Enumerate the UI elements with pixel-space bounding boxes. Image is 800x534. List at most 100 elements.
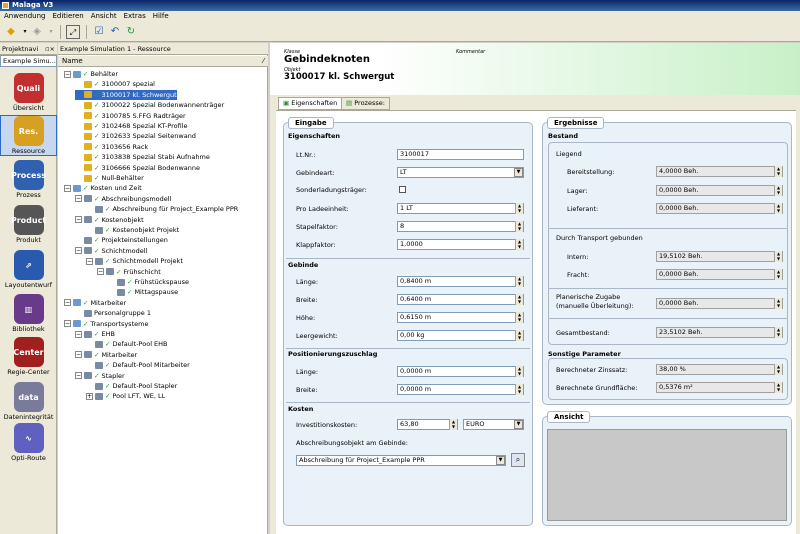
tree-node[interactable]: ✓ Frühstückspause xyxy=(108,277,189,287)
tree-node[interactable]: ✓ 3100007 spezial xyxy=(75,79,155,89)
menu-item-0[interactable]: Anwendung xyxy=(1,12,48,20)
collapse-icon[interactable]: − xyxy=(75,351,82,359)
laenge-field[interactable]: 0,8400 m ▲ ▼ xyxy=(397,276,524,287)
abschreibungsobjekt-select[interactable]: Abschreibung für Project_Example PPR ▼ xyxy=(296,455,506,466)
breite-field[interactable]: 0,6400 m ▲ ▼ xyxy=(397,294,524,305)
tree-node[interactable]: − ✓ Mitarbeiter xyxy=(64,298,126,308)
collapse-icon[interactable]: − xyxy=(75,330,82,338)
collapse-icon[interactable]: − xyxy=(64,184,71,192)
nav-item-3[interactable]: Product Produkt xyxy=(0,205,57,244)
column-header-name[interactable]: Name ⁄ xyxy=(58,56,268,67)
tree-node[interactable]: ✓ 3100017 kl. Schwergut xyxy=(75,89,177,100)
gebindeart-select[interactable]: LT ▼ xyxy=(397,167,524,178)
tree-node[interactable]: ✓ Null-Behälter xyxy=(75,173,144,183)
collapse-icon[interactable]: − xyxy=(75,195,82,203)
tree-node[interactable]: − ✓ Schichtmodell xyxy=(75,246,147,256)
tree-node[interactable]: ✓ 3103838 Spezial Stabi Aufnahme xyxy=(75,152,210,162)
tree-node[interactable]: − ✓ Frühschicht xyxy=(97,267,161,277)
tree-node[interactable]: ✓ Default-Pool Stapler xyxy=(86,381,177,391)
tab-prozesse[interactable]: ▤ Prozesse: xyxy=(341,97,390,110)
tree-node[interactable]: Personalgruppe 1 xyxy=(75,308,151,318)
search-icon[interactable]: ⌕ xyxy=(511,453,525,467)
tree-node[interactable]: − ✓ Abschreibungsmodell xyxy=(75,194,171,204)
menu-item-2[interactable]: Ansicht xyxy=(88,12,120,20)
dropdown-arrow-icon[interactable]: ▼ xyxy=(514,168,523,177)
tree-node[interactable]: ✓ Abschreibung für Project_Example PPR xyxy=(86,204,238,214)
proladeeinheit-field[interactable]: 1 LT ▲ ▼ xyxy=(397,203,524,214)
project-selector[interactable]: Example Simu... xyxy=(0,55,57,67)
invest-field[interactable]: 63,80 ▲ ▼ xyxy=(397,419,458,430)
currency-select[interactable]: EURO ▼ xyxy=(463,419,524,430)
collapse-icon[interactable]: − xyxy=(86,257,93,265)
collapse-icon[interactable]: − xyxy=(75,372,82,380)
dropdown-arrow-icon[interactable]: ▾ xyxy=(44,25,58,39)
nav-item-6[interactable]: Center Regie-Center xyxy=(0,337,57,376)
menu-item-1[interactable]: Editieren xyxy=(49,12,86,20)
stapelfaktor-field[interactable]: 8 ▲ ▼ xyxy=(397,221,524,232)
collapse-icon[interactable]: − xyxy=(64,320,71,328)
hoehe-field[interactable]: 0,6150 m ▲ ▼ xyxy=(397,312,524,323)
ltnr-field[interactable]: 3100017 xyxy=(397,149,524,160)
tree-node[interactable]: ✓ Default-Pool EHB xyxy=(86,339,168,349)
spinner-icon[interactable]: ▲ ▼ xyxy=(515,312,523,323)
nav-item-8[interactable]: ∿ Opti-Route xyxy=(0,423,57,462)
spinner-icon[interactable]: ▲ ▼ xyxy=(449,419,457,430)
tab-eigenschaften[interactable]: ▣ Eigenschaften xyxy=(278,97,343,110)
tree-node[interactable]: + ✓ Pool LFT, WE, LL xyxy=(86,391,165,401)
tree-node[interactable]: − ✓ Kostenobjekt xyxy=(75,215,144,225)
spinner-icon[interactable]: ▲ ▼ xyxy=(515,276,523,287)
pos-laenge-field[interactable]: 0,0000 m ▲ ▼ xyxy=(397,366,524,377)
collapse-icon[interactable]: − xyxy=(75,216,82,224)
tree-node[interactable]: − ✓ EHB xyxy=(75,329,115,339)
refresh-icon[interactable]: ↻ xyxy=(124,25,138,39)
tree-node[interactable]: ✓ 3102468 Spezial KT-Profile xyxy=(75,121,187,131)
tree-node[interactable]: − ✓ Transportsysteme xyxy=(64,319,148,329)
spinner-icon[interactable]: ▲ ▼ xyxy=(515,239,523,250)
collapse-icon[interactable]: − xyxy=(64,299,71,307)
navigate-icon[interactable]: ◈ xyxy=(30,25,44,39)
collapse-icon[interactable]: − xyxy=(64,70,71,78)
tree-node[interactable]: − ✓ Stapler xyxy=(75,371,125,381)
leergewicht-field[interactable]: 0,00 kg ▲ ▼ xyxy=(397,330,524,341)
tree-node[interactable]: ✓ 3100785 S.FFG Radträger xyxy=(75,111,186,121)
menu-item-4[interactable]: Hilfe xyxy=(150,12,172,20)
tree-node[interactable]: − ✓ Mitarbeiter xyxy=(75,350,137,360)
tree-node[interactable]: ✓ 3106666 Spezial Bodenwanne xyxy=(75,163,200,173)
spinner-icon[interactable]: ▲ ▼ xyxy=(515,330,523,341)
dropdown-arrow-icon[interactable]: ▼ xyxy=(514,420,523,429)
spinner-icon[interactable]: ▲ ▼ xyxy=(515,366,523,377)
tree-node[interactable]: ✓ 3100022 Spezial Bodenwannenträger xyxy=(75,100,224,110)
klappfaktor-field[interactable]: 1,0000 ▲ ▼ xyxy=(397,239,524,250)
pin-close-icon[interactable]: ▫× xyxy=(45,43,55,55)
tree-node[interactable]: − ✓ Schichtmodell Projekt xyxy=(86,256,183,266)
nav-item-5[interactable]: ▥ Bibliothek xyxy=(0,294,57,333)
tree-node[interactable]: ✓ 3103656 Rack xyxy=(75,142,148,152)
pos-breite-field[interactable]: 0,0000 m ▲ ▼ xyxy=(397,384,524,395)
collapse-icon[interactable]: − xyxy=(97,268,104,276)
expand-icon[interactable]: + xyxy=(86,392,93,400)
collapse-icon[interactable]: − xyxy=(75,247,82,255)
sort-icon[interactable]: ⁄ xyxy=(263,56,264,67)
tree-node[interactable]: ✓ Projekteinstellungen xyxy=(75,235,168,245)
dropdown-arrow-icon[interactable]: ▼ xyxy=(496,456,505,465)
undo-icon[interactable]: ↶ xyxy=(108,25,122,39)
tree-node[interactable]: − ✓ Kosten und Zeit xyxy=(64,183,142,193)
spinner-icon[interactable]: ▲ ▼ xyxy=(515,203,523,214)
sonderladungstraeger-checkbox[interactable] xyxy=(399,186,406,193)
nav-item-2[interactable]: Process Prozess xyxy=(0,160,57,199)
nav-item-4[interactable]: ⇗ Layoutentwurf xyxy=(0,250,57,289)
spinner-icon[interactable]: ▲ ▼ xyxy=(515,384,523,395)
spinner-icon[interactable]: ▲ ▼ xyxy=(515,221,523,232)
tree-node[interactable]: ✓ Mittagspause xyxy=(108,287,178,297)
tree-node[interactable]: ✓ Kostenobjekt Projekt xyxy=(86,225,179,235)
nav-item-1[interactable]: Res. Ressource xyxy=(0,115,57,156)
expand-icon[interactable]: ⤢ xyxy=(66,25,80,39)
nav-item-0[interactable]: Quali Übersicht xyxy=(0,73,57,112)
open-icon[interactable]: ◆ xyxy=(4,25,18,39)
nav-item-7[interactable]: data Datenintegrität xyxy=(0,382,57,421)
tree-node[interactable]: − ✓ Behälter xyxy=(64,69,118,79)
tree-node[interactable]: ✓ 3102633 Spezial Seitenwand xyxy=(75,131,196,141)
tree-node[interactable]: ✓ Default-Pool Mitarbeiter xyxy=(86,360,190,370)
menu-item-3[interactable]: Extras xyxy=(121,12,149,20)
check-window-icon[interactable]: ☑ xyxy=(92,25,106,39)
